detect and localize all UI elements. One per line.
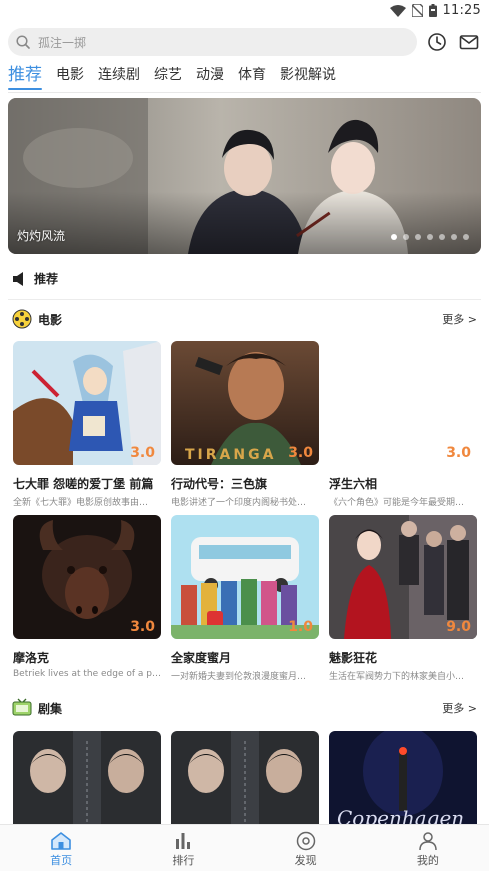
film-reel-icon xyxy=(12,309,32,329)
movies-section-title: 电影 xyxy=(38,312,63,327)
movie-description: 《六个角色》可能是今年最受期… xyxy=(329,498,465,508)
profile-icon xyxy=(419,832,437,851)
movies-more-link[interactable]: 更多 > xyxy=(442,311,477,327)
nav-home-label: 首页 xyxy=(50,854,73,867)
movie-description: 电影讲述了一个印度内阁秘书处… xyxy=(171,498,307,508)
banner-dot[interactable] xyxy=(439,234,445,240)
movie-title: 全家度蜜月 xyxy=(171,651,232,665)
banner-carousel[interactable]: 灼灼风流 xyxy=(8,98,481,254)
movies-section-header: 电影 更多 > xyxy=(12,308,477,330)
movie-score: 3.0 xyxy=(288,445,313,461)
movie-poster: 3.0 xyxy=(329,341,477,465)
status-bar: 11:25 xyxy=(0,0,489,22)
movie-title: 魅影狂花 xyxy=(329,651,378,665)
tab-series[interactable]: 连续剧 xyxy=(98,64,140,86)
category-tabs: 推荐 电影 连续剧 综艺 动漫 体育 影视解说 xyxy=(8,64,350,90)
tab-recommend[interactable]: 推荐 xyxy=(8,64,42,90)
tab-variety[interactable]: 综艺 xyxy=(154,64,182,86)
series-section-title: 剧集 xyxy=(38,701,63,716)
banner-dot[interactable] xyxy=(463,234,469,240)
movie-score: 9.0 xyxy=(446,619,471,635)
ranking-icon xyxy=(176,833,191,849)
movie-poster: TIRANGA 3.0 xyxy=(171,341,319,465)
message-mail-icon[interactable] xyxy=(459,32,479,52)
tab-film-commentary[interactable]: 影视解说 xyxy=(280,64,336,86)
discover-icon xyxy=(296,831,315,851)
tv-icon xyxy=(12,698,32,716)
movie-card[interactable]: 3.0 七大罪 怨嗟的爱丁堡 前篇 全新《七大罪》电影原创故事由… xyxy=(13,341,161,508)
battery-icon xyxy=(428,4,437,17)
nav-profile[interactable]: 我的 xyxy=(367,825,489,871)
search-placeholder: 孤注一掷 xyxy=(38,35,87,50)
movie-title: 摩洛克 xyxy=(13,651,50,665)
nav-profile-label: 我的 xyxy=(416,854,439,867)
search-icon xyxy=(16,35,30,49)
banner-dot[interactable] xyxy=(427,234,433,240)
movie-score: 1.0 xyxy=(288,619,313,635)
movie-description: 生活在军阀势力下的林家美自小… xyxy=(329,672,465,682)
search-input[interactable]: 孤注一掷 xyxy=(8,28,417,56)
movie-card[interactable]: 1.0 全家度蜜月 一对新婚夫妻到伦敦浪漫度蜜月… xyxy=(171,515,319,682)
movie-poster: 3.0 xyxy=(13,341,161,465)
series-more-link[interactable]: 更多 > xyxy=(442,700,477,716)
nav-home[interactable]: 首页 xyxy=(0,825,122,871)
header-bar: 孤注一掷 xyxy=(8,28,481,56)
speaker-icon xyxy=(13,271,23,286)
bottom-navigation: 首页 排行 发现 我的 xyxy=(0,824,489,871)
movie-title: 七大罪 怨嗟的爱丁堡 前篇 xyxy=(13,477,154,491)
movie-score: 3.0 xyxy=(446,445,471,461)
nav-ranking[interactable]: 排行 xyxy=(122,825,244,871)
movie-score: 3.0 xyxy=(130,445,155,461)
no-sim-icon xyxy=(411,4,423,17)
movie-poster: 9.0 xyxy=(329,515,477,639)
banner-caption: 灼灼风流 xyxy=(17,229,66,243)
nav-discover[interactable]: 发现 xyxy=(245,825,367,871)
status-time: 11:25 xyxy=(442,3,481,18)
home-icon xyxy=(51,832,71,850)
movie-card[interactable]: TIRANGA 3.0 行动代号：三色旗 电影讲述了一个印度内阁秘书处… xyxy=(171,341,319,508)
banner-indicator xyxy=(391,234,469,240)
notice-divider xyxy=(8,299,481,300)
banner-dot[interactable] xyxy=(451,234,457,240)
banner-dot[interactable] xyxy=(403,234,409,240)
banner-image xyxy=(8,98,481,254)
nav-ranking-label: 排行 xyxy=(172,854,195,867)
wifi-icon xyxy=(389,4,406,17)
banner-dot[interactable] xyxy=(415,234,421,240)
movie-score: 3.0 xyxy=(130,619,155,635)
tab-anime[interactable]: 动漫 xyxy=(196,64,224,86)
movie-description: 一对新婚夫妻到伦敦浪漫度蜜月… xyxy=(171,672,307,682)
movie-title: 浮生六相 xyxy=(329,477,378,491)
recommend-notice: 推荐 xyxy=(12,270,58,287)
movie-card[interactable]: 3.0 浮生六相 《六个角色》可能是今年最受期… xyxy=(329,341,477,508)
nav-discover-label: 发现 xyxy=(294,854,317,867)
notice-label: 推荐 xyxy=(34,272,59,286)
tab-movies[interactable]: 电影 xyxy=(56,64,84,86)
movie-poster: 3.0 xyxy=(13,515,161,639)
movie-card[interactable]: 9.0 魅影狂花 生活在军阀势力下的林家美自小… xyxy=(329,515,477,682)
tab-sports[interactable]: 体育 xyxy=(238,64,266,86)
movie-card[interactable]: 3.0 摩洛克 Betriek lives at the edge of a p… xyxy=(13,515,161,679)
movie-description: 全新《七大罪》电影原创故事由… xyxy=(13,498,149,508)
movie-title: 行动代号：三色旗 xyxy=(171,477,268,491)
movie-poster: 1.0 xyxy=(171,515,319,639)
tabs-divider xyxy=(8,92,481,93)
movie-description: Betriek lives at the edge of a peat… xyxy=(13,669,161,679)
history-clock-icon[interactable] xyxy=(427,32,447,52)
svg-text:TIRANGA: TIRANGA xyxy=(185,447,276,463)
banner-dot[interactable] xyxy=(391,234,397,240)
series-section-header: 剧集 更多 > xyxy=(12,697,477,719)
